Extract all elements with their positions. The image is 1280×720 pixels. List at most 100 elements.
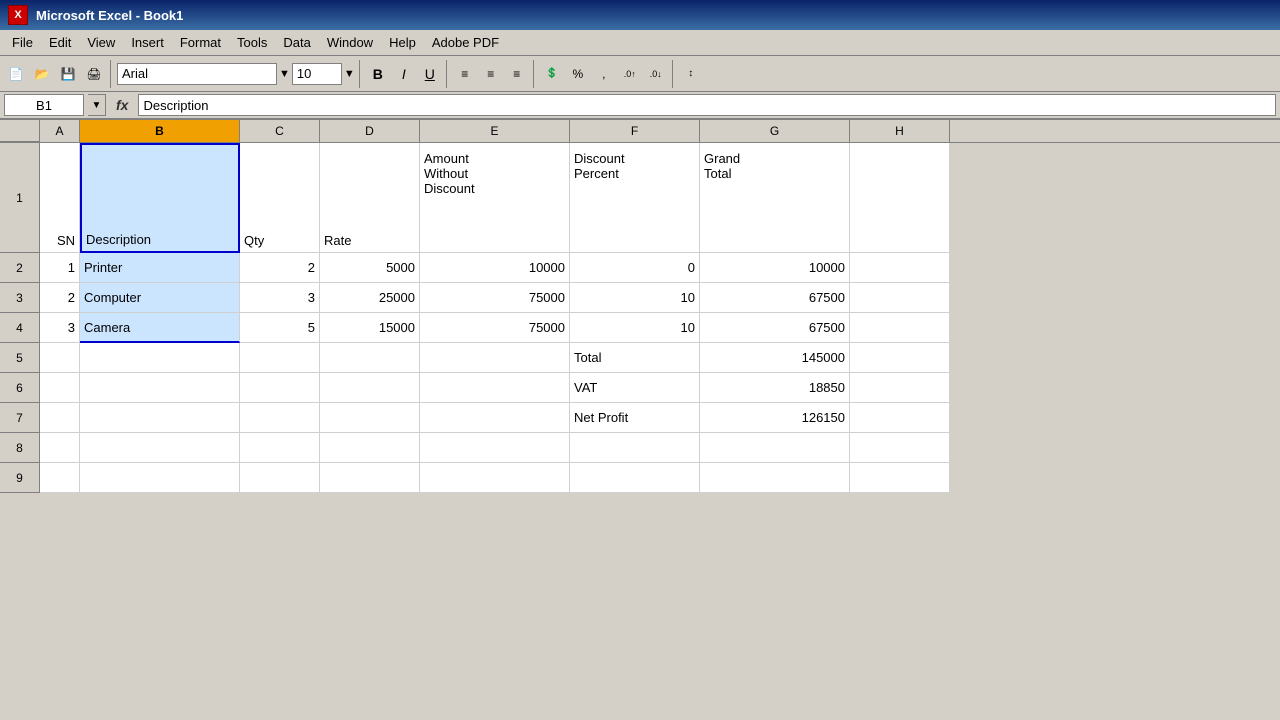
cell-b8[interactable]: [80, 433, 240, 463]
cell-f6[interactable]: VAT: [570, 373, 700, 403]
cell-b4[interactable]: Camera: [80, 313, 240, 343]
row-header-6[interactable]: 6: [0, 373, 40, 403]
cell-b9[interactable]: [80, 463, 240, 493]
cell-b2[interactable]: Printer: [80, 253, 240, 283]
cell-c4[interactable]: 5: [240, 313, 320, 343]
row-header-1[interactable]: 1: [0, 143, 40, 253]
cell-e2[interactable]: 10000: [420, 253, 570, 283]
cell-b3[interactable]: Computer: [80, 283, 240, 313]
row-header-7[interactable]: 7: [0, 403, 40, 433]
row-header-5[interactable]: 5: [0, 343, 40, 373]
cell-a1[interactable]: SN: [40, 143, 80, 253]
cell-g1[interactable]: Grand Total: [700, 143, 850, 253]
menu-tools[interactable]: Tools: [229, 33, 275, 52]
cell-a4[interactable]: 3: [40, 313, 80, 343]
cell-e4[interactable]: 75000: [420, 313, 570, 343]
cell-e3[interactable]: 75000: [420, 283, 570, 313]
font-selector[interactable]: [117, 63, 277, 85]
cell-g3[interactable]: 67500: [700, 283, 850, 313]
font-dropdown-btn[interactable]: ▼: [279, 68, 290, 80]
cell-f3[interactable]: 10: [570, 283, 700, 313]
menu-data[interactable]: Data: [275, 33, 318, 52]
cell-f9[interactable]: [570, 463, 700, 493]
cell-c5[interactable]: [240, 343, 320, 373]
cell-a8[interactable]: [40, 433, 80, 463]
dec-increase-button[interactable]: .0↑: [618, 62, 642, 86]
cell-e8[interactable]: [420, 433, 570, 463]
cell-g6[interactable]: 18850: [700, 373, 850, 403]
cell-d2[interactable]: 5000: [320, 253, 420, 283]
cell-f7[interactable]: Net Profit: [570, 403, 700, 433]
cell-d5[interactable]: [320, 343, 420, 373]
italic-button[interactable]: I: [392, 62, 416, 86]
cell-f1[interactable]: Discount Percent: [570, 143, 700, 253]
cell-c9[interactable]: [240, 463, 320, 493]
col-header-f[interactable]: F: [570, 120, 700, 142]
cell-h6[interactable]: [850, 373, 950, 403]
cell-g4[interactable]: 67500: [700, 313, 850, 343]
cell-d1[interactable]: Rate: [320, 143, 420, 253]
cell-c6[interactable]: [240, 373, 320, 403]
cell-h8[interactable]: [850, 433, 950, 463]
col-header-d[interactable]: D: [320, 120, 420, 142]
cell-h3[interactable]: [850, 283, 950, 313]
underline-button[interactable]: U: [418, 62, 442, 86]
cell-a3[interactable]: 2: [40, 283, 80, 313]
cell-d7[interactable]: [320, 403, 420, 433]
cell-c3[interactable]: 3: [240, 283, 320, 313]
cell-d6[interactable]: [320, 373, 420, 403]
cell-e1[interactable]: Amount Without Discount: [420, 143, 570, 253]
cell-a5[interactable]: [40, 343, 80, 373]
sort-button[interactable]: ↕: [679, 62, 703, 86]
cell-g5[interactable]: 145000: [700, 343, 850, 373]
col-header-e[interactable]: E: [420, 120, 570, 142]
cell-a9[interactable]: [40, 463, 80, 493]
menu-format[interactable]: Format: [172, 33, 229, 52]
menu-window[interactable]: Window: [319, 33, 381, 52]
col-header-h[interactable]: H: [850, 120, 950, 142]
cell-d4[interactable]: 15000: [320, 313, 420, 343]
col-header-b[interactable]: B: [80, 120, 240, 142]
align-right-button[interactable]: ≡: [505, 62, 529, 86]
menu-adobe-pdf[interactable]: Adobe PDF: [424, 33, 507, 52]
cell-a2[interactable]: 1: [40, 253, 80, 283]
menu-edit[interactable]: Edit: [41, 33, 79, 52]
col-header-c[interactable]: C: [240, 120, 320, 142]
cell-h7[interactable]: [850, 403, 950, 433]
cell-h1[interactable]: [850, 143, 950, 253]
align-center-button[interactable]: ≡: [479, 62, 503, 86]
cell-b7[interactable]: [80, 403, 240, 433]
col-header-a[interactable]: A: [40, 120, 80, 142]
cell-c2[interactable]: 2: [240, 253, 320, 283]
dec-decrease-button[interactable]: .0↓: [644, 62, 668, 86]
cell-b6[interactable]: [80, 373, 240, 403]
cell-f8[interactable]: [570, 433, 700, 463]
cell-d8[interactable]: [320, 433, 420, 463]
new-button[interactable]: 📄: [4, 62, 28, 86]
row-header-8[interactable]: 8: [0, 433, 40, 463]
menu-view[interactable]: View: [79, 33, 123, 52]
cell-f5[interactable]: Total: [570, 343, 700, 373]
cell-f4[interactable]: 10: [570, 313, 700, 343]
cell-h2[interactable]: [850, 253, 950, 283]
size-dropdown-btn[interactable]: ▼: [344, 68, 355, 80]
cell-b5[interactable]: [80, 343, 240, 373]
cell-h4[interactable]: [850, 313, 950, 343]
menu-file[interactable]: File: [4, 33, 41, 52]
cell-d9[interactable]: [320, 463, 420, 493]
row-header-2[interactable]: 2: [0, 253, 40, 283]
cell-d3[interactable]: 25000: [320, 283, 420, 313]
menu-help[interactable]: Help: [381, 33, 424, 52]
cell-g7[interactable]: 126150: [700, 403, 850, 433]
percent-button[interactable]: %: [566, 62, 590, 86]
cell-e7[interactable]: [420, 403, 570, 433]
cell-g2[interactable]: 10000: [700, 253, 850, 283]
cell-c1[interactable]: Qty: [240, 143, 320, 253]
cell-h5[interactable]: [850, 343, 950, 373]
cell-e9[interactable]: [420, 463, 570, 493]
row-header-4[interactable]: 4: [0, 313, 40, 343]
save-button[interactable]: 💾: [56, 62, 80, 86]
cell-g9[interactable]: [700, 463, 850, 493]
print-button[interactable]: 🖨: [82, 62, 106, 86]
cell-c7[interactable]: [240, 403, 320, 433]
